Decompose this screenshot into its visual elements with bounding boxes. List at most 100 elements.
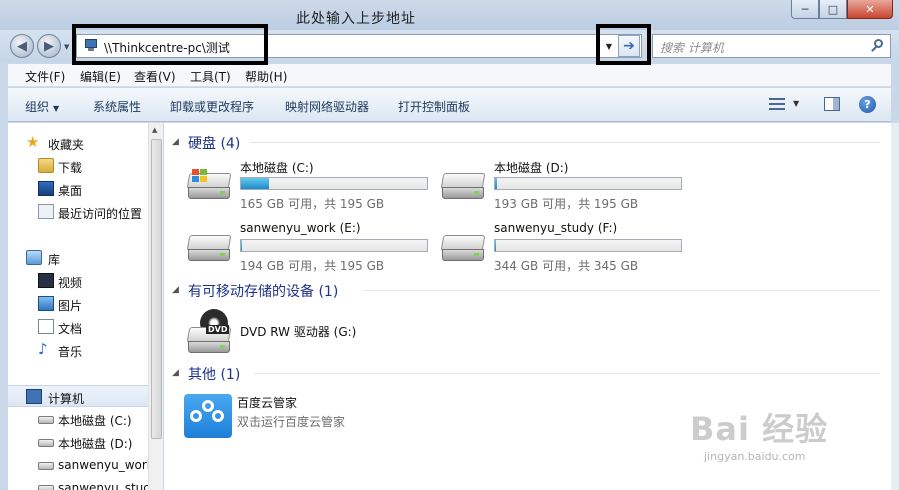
search-input[interactable]: 搜索 计算机 [652, 34, 891, 58]
menu-edit[interactable]: 编辑(E) [80, 68, 121, 85]
hard-drive-icon [186, 231, 232, 265]
nav-item-drive-d[interactable]: 本地磁盘 (D:) [8, 431, 148, 453]
content-scrollbar[interactable] [891, 123, 899, 490]
system-drive-icon [186, 169, 232, 203]
arrow-right-icon: ▶ [44, 38, 54, 54]
nav-item-music[interactable]: ♪ 音乐 [8, 339, 148, 361]
nav-label: sanwenyu_work [58, 458, 154, 472]
back-button[interactable]: ◀ [10, 34, 34, 58]
music-note-icon: ♪ [38, 340, 48, 358]
map-network-drive-button[interactable]: 映射网络驱动器 [285, 98, 369, 115]
drive-name: 本地磁盘 (C:) [240, 161, 314, 175]
drive-free-space: 344 GB 可用，共 345 GB [494, 259, 639, 273]
content-pane: ◢ 硬盘 (4) 本地磁盘 (C:) 165 GB 可用，共 195 GB 本地… [164, 123, 891, 490]
scroll-up-icon[interactable]: ▲ [152, 126, 157, 134]
nav-item-drive-c[interactable]: 本地磁盘 (C:) [8, 408, 148, 430]
drive-f[interactable]: sanwenyu_study (F:) 344 GB 可用，共 345 GB [440, 221, 700, 277]
baidu-cloud-item[interactable]: 百度云管家 双击运行百度云管家 [184, 394, 444, 440]
change-view-icon[interactable] [769, 97, 785, 111]
group-header-hdd[interactable]: ◢ 硬盘 (4) [172, 133, 884, 153]
nav-label: 本地磁盘 (C:) [58, 414, 132, 428]
arrow-left-icon: ◀ [17, 38, 27, 54]
group-header-other[interactable]: ◢ 其他 (1) [172, 364, 884, 384]
recent-pages-dropdown[interactable]: ▼ [64, 43, 69, 51]
menu-tools[interactable]: 工具(T) [190, 68, 231, 85]
menu-file[interactable]: 文件(F) [25, 68, 65, 85]
nav-item-videos[interactable]: 视频 [8, 270, 148, 292]
menu-help[interactable]: 帮助(H) [245, 68, 287, 85]
organize-button[interactable]: 组织 ▼ [25, 98, 59, 115]
open-control-panel-button[interactable]: 打开控制面板 [398, 98, 470, 115]
drive-c[interactable]: 本地磁盘 (C:) 165 GB 可用，共 195 GB [186, 159, 446, 215]
collapse-icon[interactable]: ◢ [172, 285, 179, 295]
maximize-button[interactable]: □ [819, 0, 847, 19]
group-divider [250, 142, 880, 143]
drive-name: DVD RW 驱动器 (G:) [240, 325, 357, 339]
hard-drive-icon [38, 439, 54, 447]
dvd-drive-icon: DVD [186, 309, 232, 353]
group-title: 硬盘 (4) [188, 136, 241, 152]
drive-usage-fill [241, 240, 243, 251]
nav-item-desktop[interactable]: 桌面 [8, 178, 148, 200]
document-library-icon [38, 319, 54, 334]
preview-pane-icon[interactable] [824, 97, 840, 111]
nav-label: 本地磁盘 (D:) [58, 437, 133, 451]
drive-d[interactable]: 本地磁盘 (D:) 193 GB 可用，共 195 GB [440, 159, 700, 215]
close-button[interactable]: ✕ [847, 0, 893, 19]
nav-libraries[interactable]: 库 [8, 247, 148, 269]
drive-name: sanwenyu_study (F:) [494, 221, 618, 235]
system-properties-button[interactable]: 系统属性 [93, 98, 141, 115]
dvd-icon-label: DVD [206, 325, 230, 334]
nav-item-downloads[interactable]: 下载 [8, 155, 148, 177]
nav-item-drive-f[interactable]: sanwenyu_study [8, 477, 158, 490]
nav-item-drive-e[interactable]: sanwenyu_work [8, 454, 154, 476]
view-options-dropdown[interactable]: ▼ [793, 99, 799, 108]
group-title: 有可移动存储的设备 (1) [188, 284, 339, 300]
uninstall-program-button[interactable]: 卸载或更改程序 [170, 98, 254, 115]
drive-usage-fill [495, 178, 497, 189]
collapse-icon[interactable]: ◢ [172, 368, 179, 378]
app-name: 百度云管家 [237, 396, 298, 410]
drive-usage-bar [240, 239, 428, 252]
forward-button[interactable]: ▶ [37, 34, 61, 58]
nav-label: sanwenyu_study [58, 481, 159, 490]
scrollbar-thumb[interactable] [151, 139, 162, 439]
drive-free-space: 194 GB 可用，共 195 GB [240, 259, 385, 273]
drive-usage-fill [241, 178, 269, 189]
video-library-icon [38, 273, 54, 288]
nav-label: 桌面 [58, 184, 83, 198]
nav-item-pictures[interactable]: 图片 [8, 293, 148, 315]
baidu-cloud-icon [184, 394, 232, 438]
drive-e[interactable]: sanwenyu_work (E:) 194 GB 可用，共 195 GB [186, 221, 446, 277]
menu-view[interactable]: 查看(V) [134, 68, 176, 85]
minimize-button[interactable]: ─ [791, 0, 819, 19]
highlight-box-go [596, 24, 651, 65]
nav-computer[interactable]: 计算机 [8, 385, 148, 407]
highlight-box-address [72, 24, 268, 65]
desktop-icon [38, 181, 54, 196]
group-header-removable[interactable]: ◢ 有可移动存储的设备 (1) [172, 281, 884, 301]
computer-icon [26, 389, 42, 404]
search-placeholder: 搜索 计算机 [660, 41, 724, 55]
dvd-drive[interactable]: DVD DVD RW 驱动器 (G:) [186, 309, 446, 357]
nav-label: 文档 [58, 322, 83, 336]
command-bar: 组织 ▼ 系统属性 卸载或更改程序 映射网络驱动器 打开控制面板 ▼ ? [8, 88, 891, 122]
drive-usage-fill [495, 240, 497, 251]
hard-drive-icon [440, 231, 486, 265]
star-icon: ★ [26, 133, 40, 151]
group-divider [254, 373, 880, 374]
nav-label: 库 [48, 253, 61, 267]
nav-scrollbar[interactable]: ▲ [148, 123, 163, 490]
hard-drive-icon [38, 416, 54, 424]
collapse-icon[interactable]: ◢ [172, 137, 179, 147]
nav-item-documents[interactable]: 文档 [8, 316, 148, 338]
nav-label: 视频 [58, 276, 83, 290]
drive-usage-bar [494, 239, 682, 252]
search-icon[interactable] [870, 39, 884, 53]
recent-places-icon [38, 204, 54, 219]
nav-item-recent[interactable]: 最近访问的位置 [8, 201, 148, 223]
help-icon[interactable]: ? [859, 96, 876, 113]
nav-favorites[interactable]: ★ 收藏夹 [8, 132, 148, 154]
nav-label: 音乐 [58, 345, 83, 359]
drive-name: 本地磁盘 (D:) [494, 161, 569, 175]
